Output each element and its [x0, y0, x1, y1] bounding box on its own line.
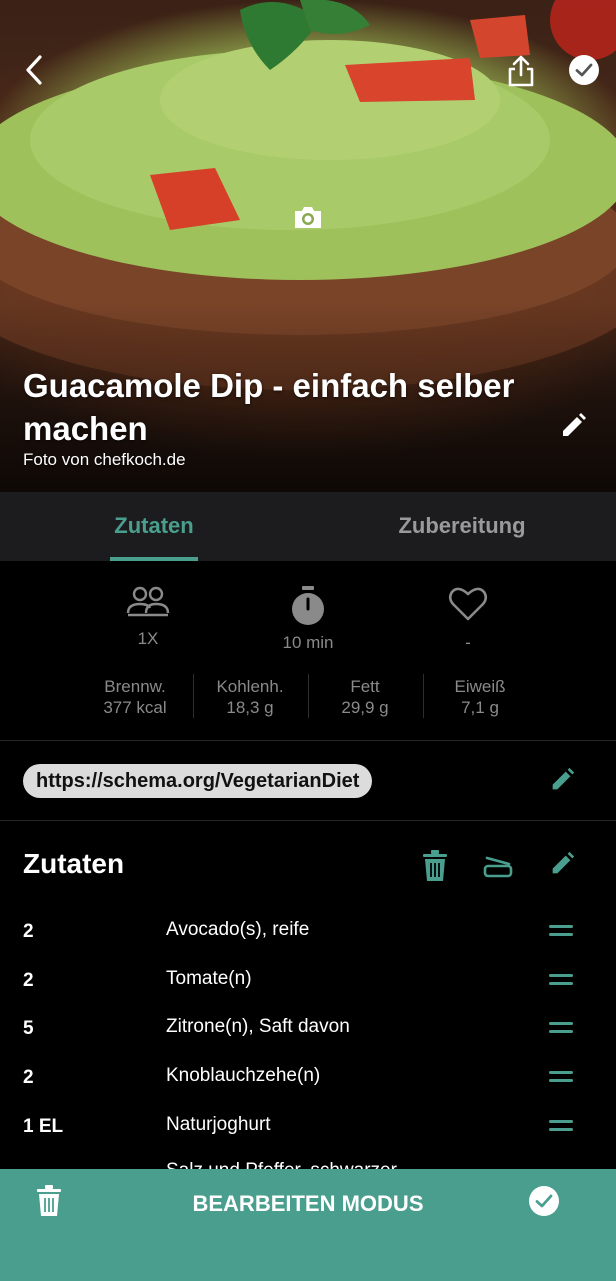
chevron-left-icon [26, 55, 42, 85]
ingredient-quantity: 5 [23, 1018, 34, 1039]
people-icon [126, 586, 170, 617]
servings-button[interactable]: 1X [93, 586, 203, 649]
pencil-icon [552, 851, 575, 874]
active-tab-indicator [110, 557, 198, 561]
ingredient-row[interactable]: 2 Tomate(n) [0, 960, 616, 1000]
save-edit-button[interactable] [526, 1183, 562, 1219]
ingredient-quantity: 2 [23, 921, 34, 942]
heart-icon [448, 587, 488, 621]
edit-mode-bar: BEARBEITEN MODUS [0, 1169, 616, 1281]
scan-ingredients-button[interactable] [480, 848, 516, 884]
nutrition-value: 29,9 g [341, 698, 389, 717]
ingredient-quantity: 2 [23, 970, 34, 991]
favorite-button[interactable]: - [413, 586, 523, 653]
ingredient-name: Tomate(n) [166, 968, 252, 989]
diet-tag-chip[interactable]: https://schema.org/VegetarianDiet [23, 764, 373, 798]
nutrition-value: 18,3 g [226, 698, 274, 717]
back-button[interactable] [16, 52, 52, 88]
photo-credit: Foto von chefkoch.de [23, 450, 186, 469]
nutrition-label: Brennw. [104, 677, 166, 696]
recipe-title: Guacamole Dip - einfach selber machen [23, 367, 515, 447]
nutrition-value: 377 kcal [103, 698, 167, 717]
time-button[interactable]: 10 min [253, 586, 363, 653]
edit-tags-button[interactable] [544, 762, 580, 798]
ingredient-name: Avocado(s), reife [166, 919, 310, 940]
change-photo-button[interactable] [290, 200, 326, 234]
drag-handle-icon[interactable] [546, 968, 576, 992]
edit-ingredients-button[interactable] [544, 846, 580, 882]
favorite-value: - [465, 633, 471, 652]
servings-value: 1X [137, 629, 159, 648]
ingredients-heading: Zutaten [23, 848, 125, 879]
scanner-icon [483, 856, 513, 878]
time-value: 10 min [282, 633, 334, 652]
delete-ingredients-button[interactable] [418, 848, 452, 884]
ingredient-name: Naturjoghurt [166, 1114, 271, 1135]
nutrition-label: Eiweiß [454, 677, 506, 696]
nutrition-label: Fett [350, 677, 380, 696]
ingredient-name: Zitrone(n), Saft davon [166, 1016, 350, 1037]
tab-bar: Zutaten Zubereitung [0, 492, 616, 561]
drag-handle-icon[interactable] [546, 1016, 576, 1040]
drag-handle-icon[interactable] [546, 1114, 576, 1138]
check-circle-icon [569, 55, 599, 85]
share-button[interactable] [502, 52, 540, 90]
pencil-icon [552, 767, 575, 790]
stopwatch-icon [292, 586, 324, 625]
ingredient-row[interactable]: 2 Avocado(s), reife [0, 911, 616, 951]
ingredient-row[interactable]: 2 Knoblauchzehe(n) [0, 1057, 616, 1097]
nutrition-label: Kohlenh. [216, 677, 284, 696]
drag-handle-icon[interactable] [546, 919, 576, 943]
recipe-hero-image: Guacamole Dip - einfach selber machen Fo… [0, 0, 616, 492]
ingredient-row[interactable]: 5 Zitrone(n), Saft davon [0, 1008, 616, 1048]
check-circle-icon [529, 1186, 559, 1216]
pencil-icon [563, 413, 586, 436]
tab-ingredients[interactable]: Zutaten [0, 492, 308, 561]
nutrition-calories: Brennw. 377 kcal [77, 676, 193, 718]
nutrition-value: 7,1 g [461, 698, 499, 717]
drag-handle-icon[interactable] [546, 1065, 576, 1089]
ingredient-name: Knoblauchzehe(n) [166, 1065, 321, 1086]
nutrition-protein: Eiweiß 7,1 g [422, 676, 538, 718]
tab-preparation[interactable]: Zubereitung [308, 492, 616, 561]
divider [0, 820, 616, 821]
ingredient-quantity: 2 [23, 1067, 34, 1088]
edit-mode-label: BEARBEITEN MODUS [192, 1191, 424, 1216]
camera-icon [295, 207, 321, 228]
share-icon [508, 55, 534, 87]
trash-icon [423, 850, 447, 881]
nutrition-carbs: Kohlenh. 18,3 g [192, 676, 308, 718]
ingredient-row[interactable]: 1 EL Naturjoghurt [0, 1106, 616, 1146]
done-button[interactable] [566, 52, 602, 88]
divider [0, 740, 616, 741]
nutrition-fat: Fett 29,9 g [307, 676, 423, 718]
ingredient-quantity: 1 EL [23, 1116, 64, 1137]
edit-title-button[interactable] [555, 408, 591, 444]
